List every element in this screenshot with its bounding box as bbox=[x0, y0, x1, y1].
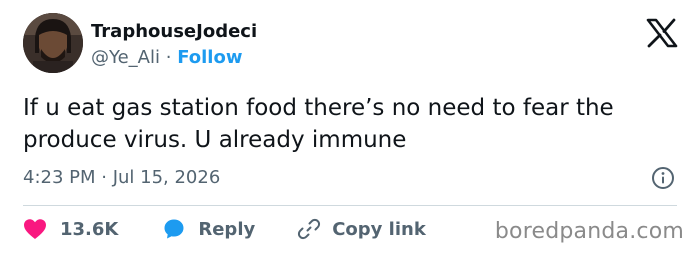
divider bbox=[23, 205, 677, 206]
like-count: 13.6K bbox=[60, 218, 119, 240]
tweet-text: If u eat gas station food there’s no nee… bbox=[23, 95, 614, 153]
tweet-card: TraphouseJodeci @Ye_Ali · Follow If u ea… bbox=[0, 0, 700, 256]
speech-bubble-icon bbox=[162, 217, 186, 241]
heart-icon bbox=[23, 218, 47, 240]
x-logo-icon[interactable] bbox=[646, 18, 678, 48]
reply-button[interactable]: Reply bbox=[162, 217, 255, 241]
display-name[interactable]: TraphouseJodeci bbox=[91, 20, 257, 44]
follow-button[interactable]: Follow bbox=[177, 47, 242, 68]
action-bar: 13.6K Reply Copy link bbox=[23, 216, 426, 242]
copy-link-button[interactable]: Copy link bbox=[297, 217, 426, 241]
user-handle[interactable]: @Ye_Ali bbox=[91, 47, 160, 68]
avatar[interactable] bbox=[23, 13, 83, 73]
copy-link-label: Copy link bbox=[332, 218, 426, 240]
tweet-timestamp[interactable]: 4:23 PM · Jul 15, 2026 bbox=[23, 166, 220, 190]
link-icon bbox=[297, 217, 321, 241]
separator-dot: · bbox=[165, 47, 172, 68]
reply-label: Reply bbox=[198, 218, 256, 240]
like-button[interactable]: 13.6K bbox=[23, 218, 118, 240]
watermark: boredpanda.com bbox=[494, 219, 684, 244]
info-icon[interactable] bbox=[651, 166, 675, 190]
handle-row: @Ye_Ali · Follow bbox=[91, 46, 242, 70]
